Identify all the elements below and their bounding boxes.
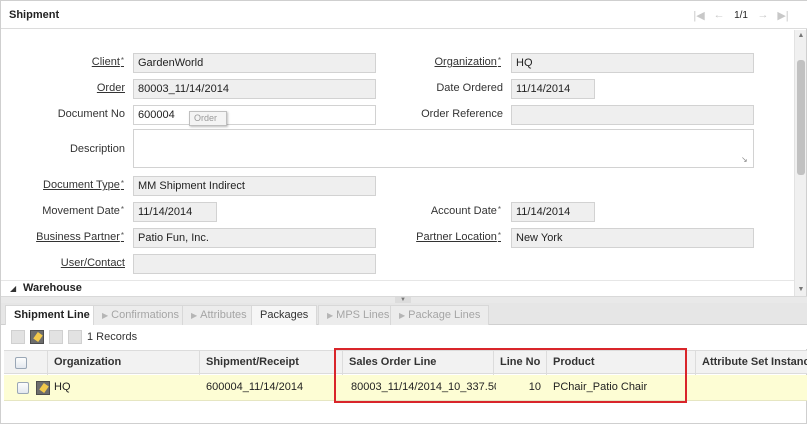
tab-packages[interactable]: Packages	[251, 305, 318, 325]
document-no-label: Document No	[57, 108, 125, 120]
column-organization[interactable]: Organization	[48, 351, 200, 375]
grid-header-row: Organization Shipment/Receipt Sales Orde…	[4, 350, 807, 375]
column-sales-order-line[interactable]: Sales Order Line	[343, 351, 494, 375]
order-field[interactable]: 80003_11/14/2014	[133, 79, 376, 99]
tab-package-lines[interactable]: ▶ Package Lines	[390, 305, 490, 325]
window-header: Shipment |◀ ← 1/1 → ▶|	[1, 1, 807, 29]
organization-label[interactable]: Organization*	[435, 56, 502, 68]
window-frame: Shipment |◀ ← 1/1 → ▶| Client* GardenWor…	[0, 0, 807, 424]
previous-record-icon[interactable]: ←	[712, 8, 726, 22]
tab-arrow-icon: ▶	[191, 311, 198, 320]
tab-arrow-icon: ▶	[327, 311, 334, 320]
document-type-field[interactable]: MM Shipment Indirect	[133, 176, 376, 196]
row-select-checkbox[interactable]	[17, 382, 29, 394]
column-attribute-set-instance[interactable]: Attribute Set Instance	[696, 351, 807, 375]
tab-shipment-line[interactable]: Shipment Line	[5, 305, 99, 326]
cell-sales-order-line[interactable]: 80003_11/14/2014_10_337.50	[345, 375, 496, 401]
document-type-label[interactable]: Document Type*	[43, 179, 124, 191]
order-reference-field[interactable]	[511, 105, 754, 125]
order-label[interactable]: Order	[97, 82, 125, 94]
account-date-label: Account Date*	[430, 205, 501, 217]
user-contact-field[interactable]	[133, 254, 376, 274]
first-record-icon[interactable]: |◀	[692, 8, 706, 22]
column-shipment-receipt[interactable]: Shipment/Receipt	[200, 351, 343, 375]
column-product[interactable]: Product	[547, 351, 696, 375]
record-navigator: |◀ ← 1/1 → ▶|	[692, 7, 790, 23]
partner-location-field[interactable]: New York	[511, 228, 754, 248]
detail-tabs: Shipment Line ▶ Confirmations ▶ Attributes…	[1, 303, 807, 326]
cell-line-no[interactable]: 10	[494, 375, 547, 401]
new-record-icon[interactable]	[11, 330, 25, 344]
scroll-down-icon[interactable]: ▼	[795, 284, 807, 296]
organization-field[interactable]: HQ	[511, 53, 754, 73]
tab-mps-lines[interactable]: ▶ MPS Lines	[318, 305, 399, 325]
edit-record-icon[interactable]	[30, 330, 44, 344]
client-label[interactable]: Client*	[92, 56, 124, 68]
refresh-icon[interactable]	[68, 330, 82, 344]
movement-date-field[interactable]: 11/14/2014	[133, 202, 217, 222]
date-ordered-field[interactable]: 11/14/2014	[511, 79, 595, 99]
grid-toolbar: 1 Records	[1, 325, 807, 349]
business-partner-label[interactable]: Business Partner*	[36, 231, 124, 243]
records-count: 1 Records	[87, 331, 138, 343]
warehouse-section-title: Warehouse	[23, 282, 82, 294]
tab-confirmations[interactable]: ▶ Confirmations	[93, 305, 189, 325]
collapse-triangle-icon[interactable]: ◢	[10, 284, 16, 293]
partner-location-label[interactable]: Partner Location*	[416, 231, 501, 243]
shipment-form: Client* GardenWorld Organization* HQ Ord…	[1, 30, 796, 280]
window-title: Shipment	[9, 9, 60, 21]
form-scrollbar[interactable]: ▲ ▼	[794, 30, 806, 296]
scrollbar-thumb[interactable]	[797, 60, 805, 175]
panel-splitter[interactable]: ▼	[1, 296, 807, 303]
user-contact-label[interactable]: User/Contact	[61, 257, 125, 269]
table-row[interactable]: HQ 600004_11/14/2014 80003_11/14/2014_10…	[4, 375, 807, 401]
order-tooltip-button[interactable]: Order	[189, 111, 227, 126]
tab-attributes[interactable]: ▶ Attributes	[182, 305, 256, 325]
account-date-field[interactable]: 11/14/2014	[511, 202, 595, 222]
delete-record-icon[interactable]	[49, 330, 63, 344]
next-record-icon[interactable]: →	[756, 8, 770, 22]
record-position: 1/1	[734, 9, 748, 21]
tab-arrow-icon: ▶	[102, 311, 109, 320]
business-partner-field[interactable]: Patio Fun, Inc.	[133, 228, 376, 248]
last-record-icon[interactable]: ▶|	[776, 8, 790, 22]
cell-shipment-receipt[interactable]: 600004_11/14/2014	[200, 375, 343, 401]
date-ordered-label: Date Ordered	[436, 82, 503, 94]
document-no-field[interactable]: 600004	[133, 105, 376, 125]
description-textarea[interactable]: ↘	[133, 129, 754, 168]
select-all-checkbox[interactable]	[15, 357, 27, 369]
description-label: Description	[69, 143, 125, 155]
resize-grip-icon[interactable]: ↘	[741, 156, 749, 164]
cell-attribute-set-instance[interactable]	[696, 375, 807, 401]
warehouse-section-header[interactable]: ◢ Warehouse	[1, 280, 794, 296]
column-line-no[interactable]: Line No	[494, 351, 547, 375]
cell-product[interactable]: PChair_Patio Chair	[547, 375, 696, 401]
order-reference-label: Order Reference	[421, 108, 503, 120]
cell-organization[interactable]: HQ	[48, 375, 200, 401]
movement-date-label: Movement Date*	[42, 205, 124, 217]
scroll-up-icon[interactable]: ▲	[795, 30, 807, 42]
tab-arrow-icon: ▶	[399, 311, 406, 320]
select-all-column	[4, 351, 48, 375]
client-field[interactable]: GardenWorld	[133, 53, 376, 73]
